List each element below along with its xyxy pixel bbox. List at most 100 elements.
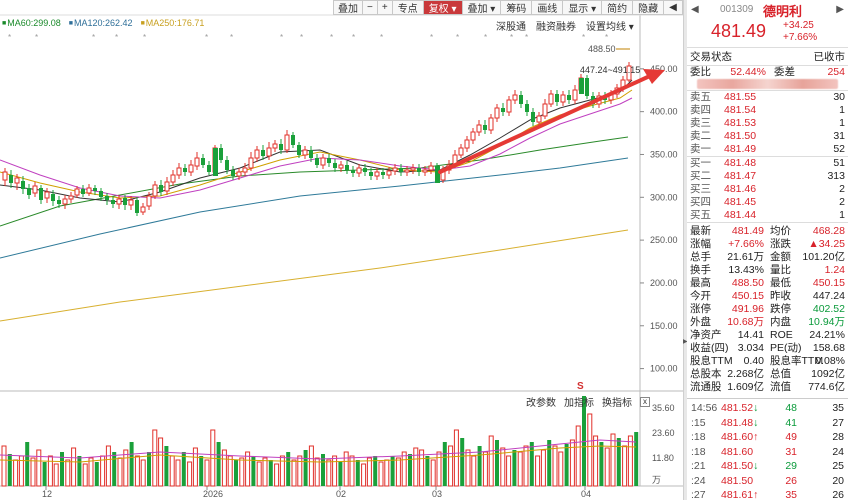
toolbar-button[interactable]: 显示 ▾: [563, 0, 603, 15]
plus-icon[interactable]: +: [377, 0, 393, 15]
next-stock-icon[interactable]: ▶: [836, 4, 844, 15]
indicator-toolbar-item[interactable]: 换指标: [602, 394, 632, 409]
tick-time: :15: [691, 416, 706, 429]
event-star-icon: *: [525, 33, 528, 42]
bids-volume: 1: [839, 209, 845, 221]
toolbar-button[interactable]: 画线: [532, 0, 564, 15]
stat-label: 昨收: [770, 290, 791, 302]
trend-arrow: [438, 73, 654, 174]
sub-toolbar-item[interactable]: 深股通: [496, 18, 526, 33]
volume-bar: [395, 457, 401, 487]
volume-bar: [564, 444, 569, 486]
candle-body: [392, 167, 398, 172]
volume-bar: [413, 447, 419, 487]
overlay-icon[interactable]: 叠加: [333, 0, 363, 15]
bid-book: 买一 481.48 51 买二 481.47 313 买三 481.46 2 买四 481.45 2 买…: [687, 156, 848, 222]
candle-body: [476, 124, 482, 133]
date-tick-label: 03: [432, 489, 442, 499]
candle-body: [135, 200, 139, 213]
volume-bar: [448, 445, 454, 487]
volume-bar: [401, 451, 407, 487]
event-star-icon: *: [280, 33, 283, 42]
volume-bar: [187, 461, 193, 487]
ma-legend-item: ■ MA120:262.42: [69, 18, 133, 28]
stat-value: 0.40: [743, 355, 764, 367]
toolbar-button[interactable]: 叠加 ▾: [462, 0, 502, 15]
candle-body: [62, 198, 68, 205]
toolbar-button[interactable]: 复权 ▾: [423, 0, 463, 15]
sub-toolbar-item[interactable]: 设置均线 ▾: [586, 18, 634, 33]
event-star-icon: *: [582, 33, 585, 42]
volume-bar: [332, 455, 338, 487]
candle-body: [248, 157, 254, 169]
volume-bar: [540, 449, 546, 487]
tick-row: :24 481.50 26 20: [687, 474, 848, 489]
indicator-toolbar-item[interactable]: 加指标: [564, 394, 594, 409]
stat-value: 1092亿: [811, 368, 845, 380]
tick-row: :15 481.48↓ 41 27: [687, 416, 848, 431]
volume-bar: [199, 456, 204, 486]
prev-stock-icon[interactable]: ◀: [691, 4, 699, 15]
candle-body: [483, 125, 487, 130]
tick-price: 481.50: [721, 474, 771, 489]
candle-body: [93, 188, 97, 191]
volume-bar: [175, 459, 181, 487]
volume-bar: [575, 425, 581, 487]
stats-row: 流通股 1.609亿 流值 774.6亿: [687, 381, 848, 394]
stat-label: 股息率TTM: [770, 355, 824, 367]
ask-book: 卖五 481.55 30 卖四 481.54 1 卖三 481.53 1 卖二 481.50 31 卖一…: [687, 90, 848, 156]
stat-label: 流值: [770, 381, 791, 393]
stock-change-pct: +7.66%: [783, 32, 818, 43]
blurred-banner: [697, 79, 838, 89]
volume-bar: [123, 449, 129, 487]
stat-value: 774.6亿: [808, 381, 845, 393]
asks-volume: 52: [833, 143, 845, 155]
bids-label: 买一: [690, 157, 711, 169]
candle-body: [21, 181, 25, 189]
toolbar-button[interactable]: 简约: [602, 0, 634, 15]
stat-label: 量比: [770, 264, 791, 276]
indicator-toolbar-item[interactable]: 改参数: [526, 394, 556, 409]
close-icon[interactable]: x: [640, 396, 650, 407]
stat-value: 14.41: [737, 329, 764, 341]
arrow-down-icon: ↓: [753, 416, 759, 429]
tick-row: :21 481.50↓ 29 25: [687, 459, 848, 474]
volume-bar: [593, 435, 599, 487]
minus-icon[interactable]: −: [363, 0, 378, 15]
trading-status-label: 交易状态: [690, 51, 732, 63]
tick-list[interactable]: 14:56 481.52↓ 48 35:15 481.48↓ 41 27:18 481.60↑…: [687, 398, 848, 500]
candle-body: [207, 165, 211, 172]
volume-bar: [326, 459, 332, 487]
volume-bar: [506, 455, 512, 487]
toolbar-button[interactable]: 专点: [392, 0, 424, 15]
ma-legend-item: ■ MA60:299.08: [2, 18, 61, 28]
asks-row: 卖三 481.53 1: [687, 117, 848, 130]
stat-label: 股息TTM: [690, 355, 733, 367]
volume-bar: [105, 445, 111, 487]
weibi-value: 52.44%: [730, 66, 766, 78]
tick-count: 20: [832, 474, 844, 487]
tick-price-value: 481.52: [721, 402, 754, 414]
stat-label: 换手: [690, 264, 711, 276]
volume-bar: [384, 459, 390, 487]
volume-bar: [442, 442, 447, 486]
bids-price: 481.45: [724, 196, 757, 208]
volume-bar: [460, 438, 465, 486]
ma250-line: [0, 229, 629, 322]
candle-body: [225, 160, 229, 170]
toolbar-button[interactable]: 隐藏: [633, 0, 665, 15]
candle-body: [201, 158, 205, 165]
candle-body: [428, 165, 434, 171]
tick-volume: 49: [785, 431, 797, 443]
kline-chart-area[interactable]: 450.00 400.00 350.00 300.00 250.00 200.00 150.…: [0, 0, 683, 500]
stat-label: 最高: [690, 277, 711, 289]
sub-toolbar-item[interactable]: 融资融券: [536, 18, 576, 33]
kline-svg[interactable]: 450.00400.00350.00300.00250.00200.00150.…: [0, 0, 683, 500]
volume-bar: [512, 450, 517, 486]
toolbar-button[interactable]: ◀: [664, 0, 683, 15]
candle-body: [140, 206, 146, 213]
candle-body: [159, 185, 163, 192]
stats-row: 总股本 2.268亿 总值 1092亿: [687, 368, 848, 381]
volume-bar: [112, 452, 117, 486]
toolbar-button[interactable]: 筹码: [501, 0, 533, 15]
